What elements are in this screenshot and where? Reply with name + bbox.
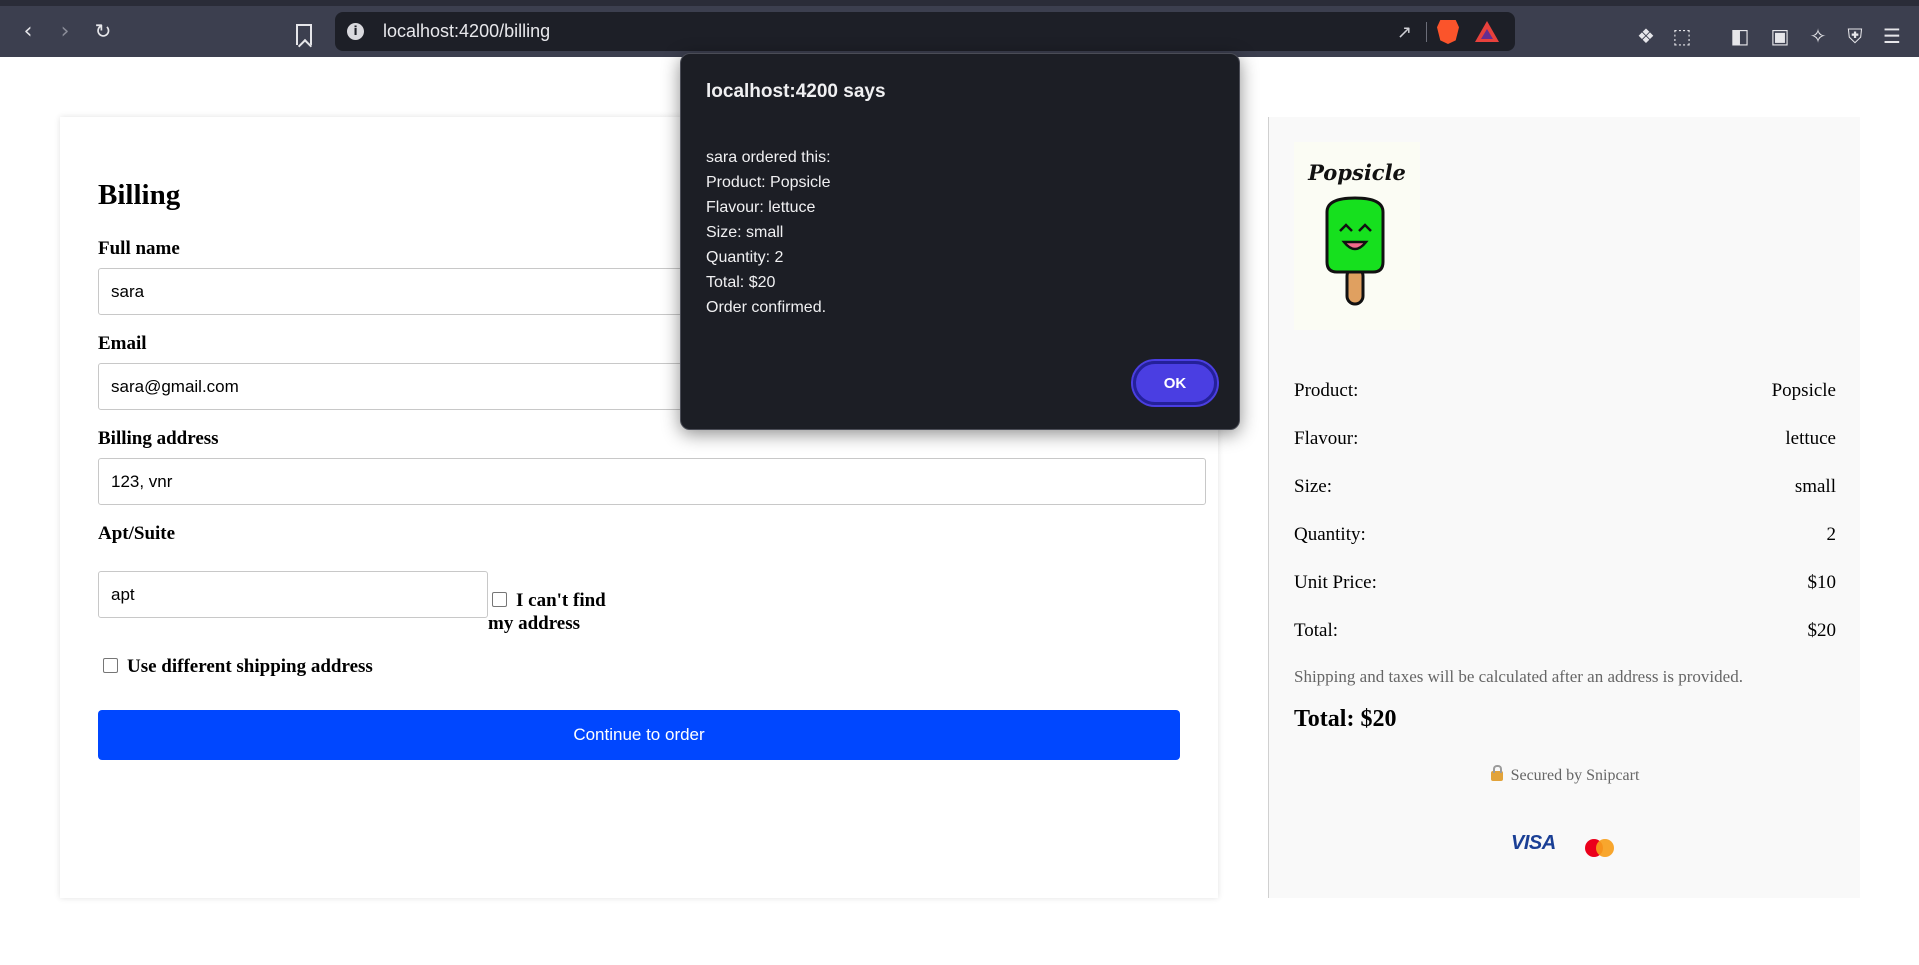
url-text[interactable]: localhost:4200/billing [383,21,550,42]
summary-label: Flavour: [1294,428,1359,449]
billing-address-field[interactable] [98,458,1206,505]
summary-value: lettuce [1785,428,1836,449]
summary-value: $10 [1807,572,1837,593]
summary-row-product: Product: Popsicle [1294,380,1836,402]
billing-address-label: Billing address [98,428,219,449]
dialog-line: Total: $20 [706,274,776,291]
grand-total: Total: $20 [1294,706,1397,732]
summary-row-flavour: Flavour: lettuce [1294,428,1836,450]
summary-row-total: Total: $20 [1294,620,1836,642]
summary-label: Unit Price: [1294,572,1377,593]
summary-row-size: Size: small [1294,476,1836,498]
sidebar-icon[interactable]: ◧ [1728,24,1752,48]
summary-row-unit-price: Unit Price: $10 [1294,572,1836,594]
secured-text: Secured by Snipcart [1510,767,1640,784]
summary-row-quantity: Quantity: 2 [1294,524,1836,546]
secured-by-badge: Secured by Snipcart [1269,765,1861,785]
reload-icon[interactable]: ↻ [90,18,116,44]
dialog-line: Order confirmed. [706,299,827,316]
cant-find-address-checkbox[interactable] [492,592,507,607]
shipping-note: Shipping and taxes will be calculated af… [1294,667,1743,686]
shipping-address-label: Use different shipping address [127,656,373,677]
wallet-icon[interactable]: ▣ [1768,24,1792,48]
summary-label: Size: [1294,476,1332,497]
dialog-line: Quantity: 2 [706,249,784,266]
summary-label: Total: [1294,620,1339,641]
apt-suite-label: Apt/Suite [98,523,176,544]
extensions-icon[interactable]: ❖ [1634,24,1658,48]
share-icon[interactable]: ↗ [1397,22,1417,43]
summary-value: Popsicle [1771,380,1836,401]
screenshot-icon[interactable]: ⬚ [1670,24,1694,48]
site-info-icon[interactable]: i [347,23,364,40]
vpn-icon[interactable]: ⛨ [1843,24,1867,48]
dialog-message: sara ordered this: Product: Popsicle Fla… [706,145,831,320]
dialog-line: Size: small [706,224,784,241]
lock-icon [1490,765,1503,781]
summary-value: $20 [1807,620,1837,641]
mastercard-icon [1585,839,1615,857]
email-label: Email [98,333,147,354]
ok-button[interactable]: OK [1131,359,1219,407]
brave-shields-icon[interactable] [1437,20,1459,44]
forward-icon[interactable]: › [52,18,78,44]
summary-label: Product: [1294,380,1359,401]
back-icon[interactable]: ‹ [15,18,41,44]
full-name-label: Full name [98,238,180,259]
cant-find-address-label-line2: my address [488,613,581,634]
divider [1426,22,1427,42]
brave-rewards-icon[interactable] [1475,21,1499,42]
leo-ai-icon[interactable]: ✧ [1806,24,1830,48]
alert-dialog: localhost:4200 says sara ordered this: P… [680,53,1240,430]
page-title: Billing [98,179,181,211]
order-summary: Popsicle Product: Popsicle Flavour: lett… [1268,117,1860,898]
summary-label: Quantity: [1294,524,1366,545]
dialog-line: sara ordered this: [706,149,831,166]
address-bar[interactable]: i localhost:4200/billing ↗ [335,12,1515,51]
dialog-line: Product: Popsicle [706,174,831,191]
summary-value: 2 [1826,524,1837,545]
summary-value: small [1794,476,1836,497]
menu-icon[interactable]: ☰ [1880,24,1904,48]
shipping-address-checkbox[interactable] [103,658,118,673]
apt-suite-field[interactable] [98,571,488,618]
product-image: Popsicle [1294,142,1420,330]
cant-find-address-label: I can't find [516,590,606,611]
dialog-line: Flavour: lettuce [706,199,816,216]
popsicle-icon [1325,196,1385,306]
dialog-title: localhost:4200 says [706,81,886,102]
browser-toolbar: ‹ › ↻ i localhost:4200/billing ↗ ❖ ⬚ ◧ ▣… [0,0,1919,57]
visa-icon: VISA [1511,832,1556,854]
continue-to-order-button[interactable]: Continue to order [98,710,1180,760]
bookmark-icon[interactable] [296,24,312,45]
